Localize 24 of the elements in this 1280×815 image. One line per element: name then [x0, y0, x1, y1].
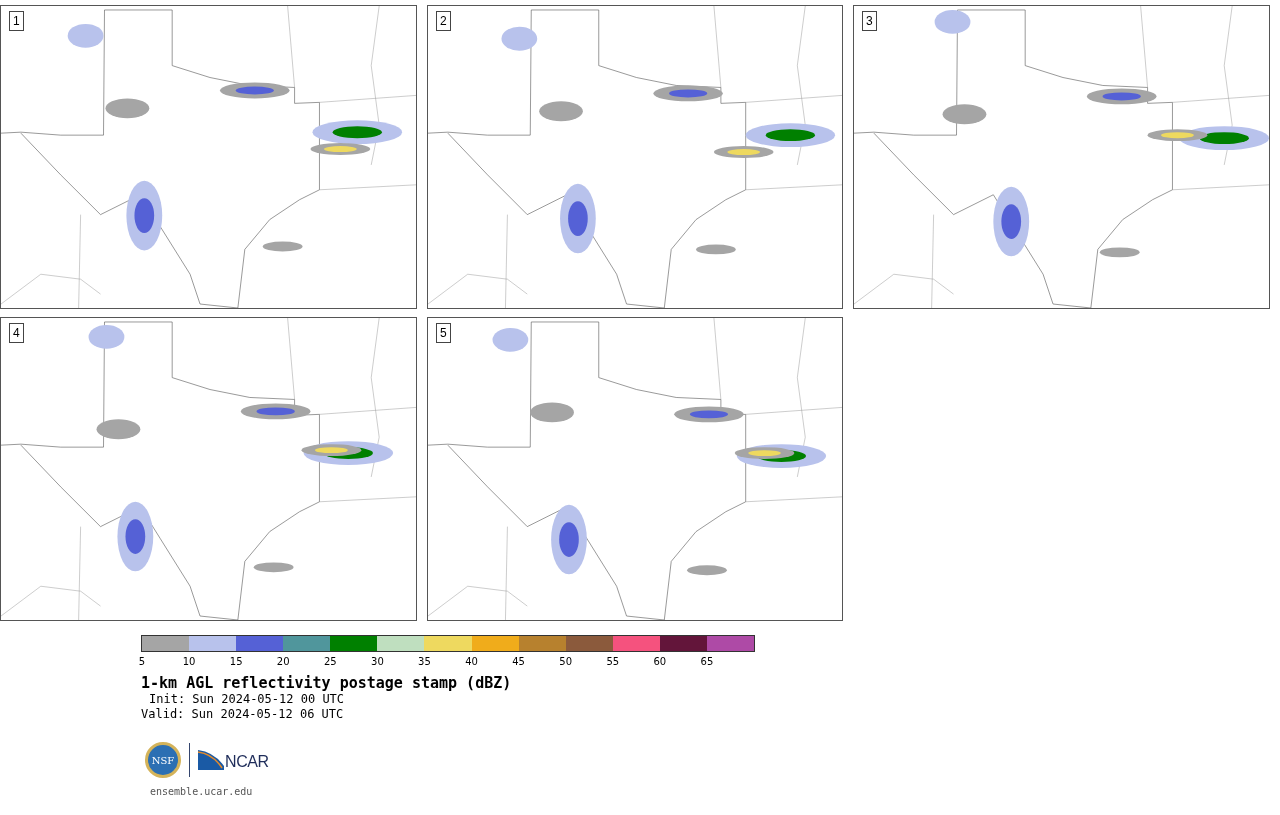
tick-label: 35: [418, 656, 431, 668]
panel-number: 4: [9, 323, 24, 343]
tick-label: 10: [182, 656, 196, 668]
chart-title: 1-km AGL reflectivity postage stamp (dBZ): [141, 674, 513, 692]
tick-label: 55: [606, 656, 620, 668]
tick-label: 45: [512, 656, 525, 668]
tick-label: 65: [700, 656, 714, 668]
tick-label: 20: [276, 656, 290, 668]
panel-number: 1: [9, 11, 24, 31]
tick-label: 30: [371, 656, 384, 668]
tick-label: 40: [465, 656, 478, 668]
tick-label: 60: [653, 656, 667, 668]
panel-number: 3: [862, 11, 877, 31]
panel-number: 2: [436, 11, 451, 31]
website-url: ensemble.ucar.edu: [149, 785, 254, 799]
tick-label: 15: [229, 656, 243, 668]
valid-time: Valid: Sun 2024-05-12 06 UTC: [141, 707, 345, 722]
tick-label: 5: [138, 656, 146, 668]
ncar-logo: NCAR: [198, 750, 269, 770]
init-time: Init: Sun 2024-05-12 00 UTC: [148, 692, 346, 707]
tick-label: 25: [323, 656, 337, 668]
panel-number: 5: [436, 323, 451, 343]
nsf-logo: NSF: [145, 742, 181, 778]
tick-label: 50: [559, 656, 573, 668]
